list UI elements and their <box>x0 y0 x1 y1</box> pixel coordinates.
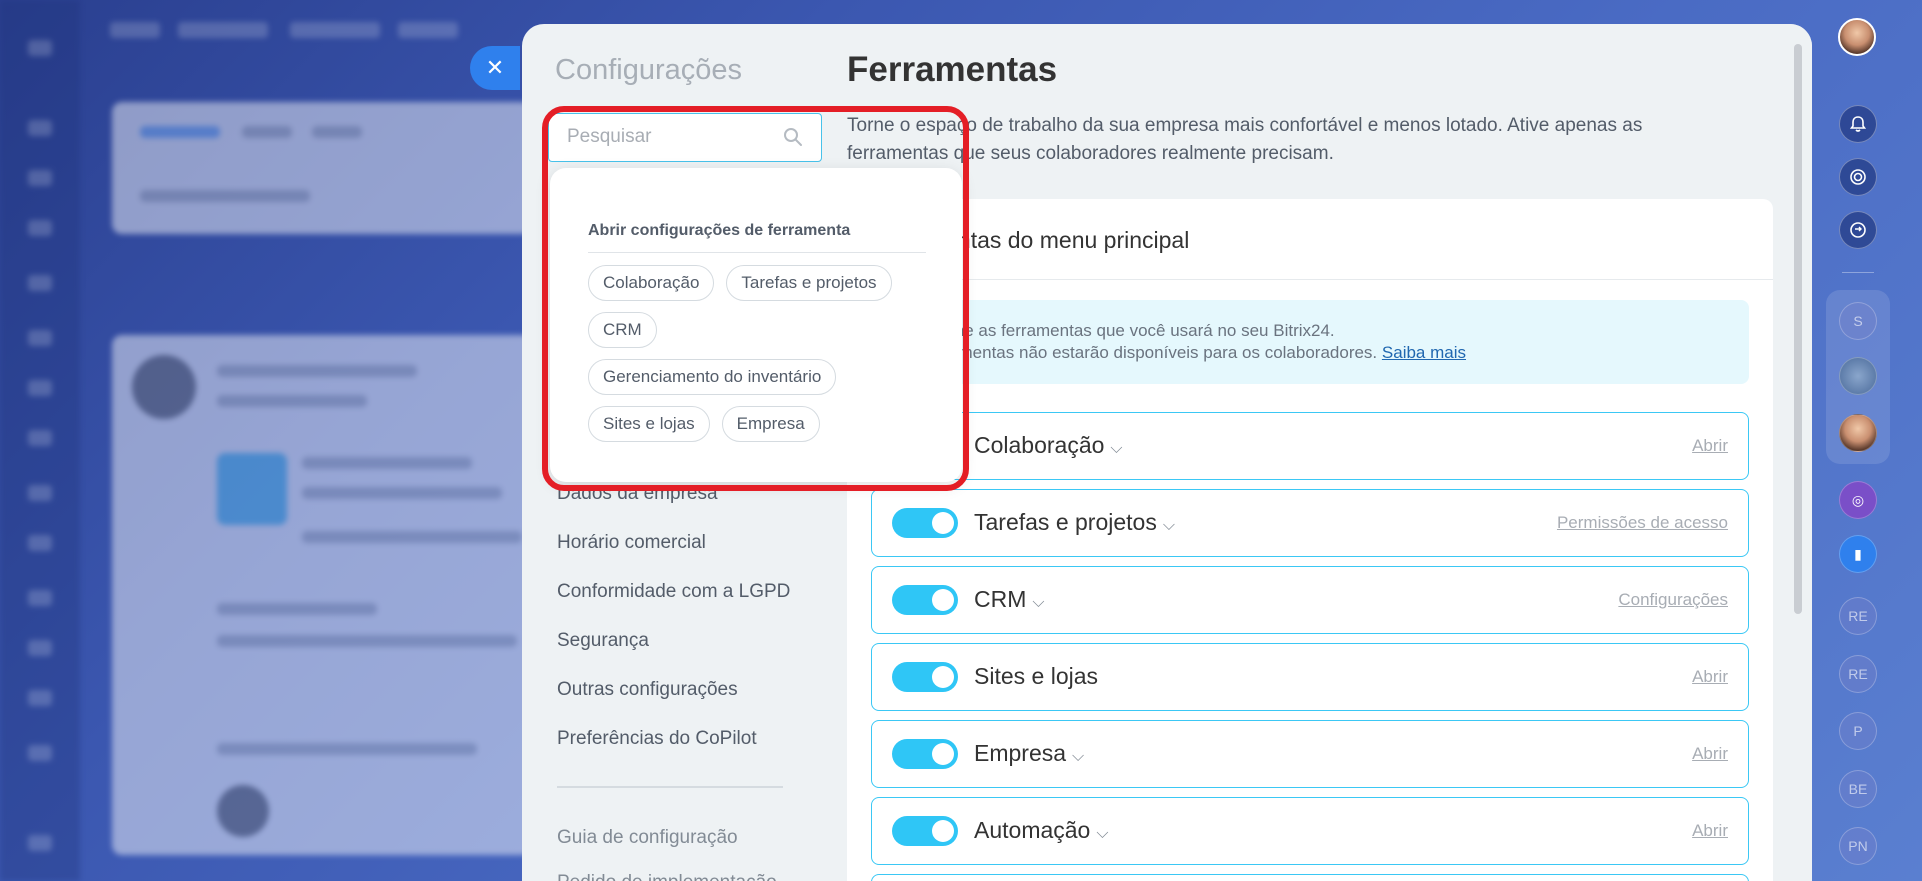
tool-row: Sites e lojas Abrir <box>871 643 1749 711</box>
chat-avatar-image[interactable] <box>1839 357 1877 395</box>
settings-search <box>548 113 822 162</box>
bookmark-icon: ▮ <box>1854 545 1862 562</box>
tool-action-link[interactable]: Abrir <box>1692 667 1728 687</box>
tool-toggle[interactable] <box>892 585 958 615</box>
sidebar-item-lgpd[interactable]: Conformidade com a LGPD <box>557 580 797 629</box>
tool-row: Colaboração ⌵ Abrir <box>871 412 1749 480</box>
tool-row: Tarefas e projetos ⌵ Permissões de acesso <box>871 489 1749 557</box>
dropdown-divider <box>588 252 926 253</box>
search-icon[interactable] <box>783 127 803 147</box>
tool-row: Empresa ⌵ Abrir <box>871 720 1749 788</box>
bg-card <box>112 102 532 234</box>
chip-inventory[interactable]: Gerenciamento do inventário <box>588 359 837 395</box>
sidebar-item-business-hours[interactable]: Horário comercial <box>557 531 797 580</box>
tool-toggle[interactable] <box>892 662 958 692</box>
tool-action-link[interactable]: Abrir <box>1692 821 1728 841</box>
bg-left-nav <box>0 0 80 881</box>
sidebar-footer-menu: Guia de configuração Pedido de implement… <box>557 826 797 881</box>
chat-avatar[interactable]: RE <box>1839 655 1877 693</box>
tool-action-link[interactable]: Abrir <box>1692 436 1728 456</box>
sidebar-title: Configurações <box>555 54 742 86</box>
sidebar-item-implementation-request[interactable]: Pedido de implementação <box>557 871 797 881</box>
tool-row <box>871 874 1749 881</box>
tool-toggle[interactable] <box>892 816 958 846</box>
tool-label[interactable]: Sites e lojas <box>974 663 1098 690</box>
page-intro: Torne o espaço de trabalho da sua empres… <box>847 115 1643 164</box>
collab-chat-button[interactable]: ◎ <box>1839 481 1877 519</box>
sidebar-item-company-data[interactable]: Dados da empresa <box>557 482 797 531</box>
learn-more-link[interactable]: Saiba mais <box>1382 343 1466 362</box>
chip-crm[interactable]: CRM <box>588 312 657 348</box>
chip-collaboration[interactable]: Colaboração <box>588 265 715 301</box>
user-avatar[interactable] <box>1838 18 1876 56</box>
sync-icon <box>1850 222 1866 238</box>
chat-avatar-image[interactable] <box>1839 414 1877 452</box>
chip-company[interactable]: Empresa <box>721 406 820 442</box>
rail-divider <box>1842 272 1874 273</box>
sidebar-item-other-settings[interactable]: Outras configurações <box>557 678 797 727</box>
chat-avatar[interactable]: BE <box>1839 770 1877 808</box>
sidebar-menu: Dados da empresa Horário comercial Confo… <box>557 482 797 776</box>
info-banner: Selecione as ferramentas que você usará … <box>871 300 1749 384</box>
info-text-2: As ferramentas não estarão disponíveis p… <box>899 343 1378 362</box>
chevron-down-icon: ⌵ <box>1032 594 1045 611</box>
tool-label[interactable]: Automação ⌵ <box>974 817 1109 844</box>
main-menu-tools-card: Ferramentas do menu principal Selecione … <box>847 199 1773 881</box>
tool-chips: Colaboração Tarefas e projetos CRM Gerenc… <box>588 265 928 453</box>
tool-action-link[interactable]: Abrir <box>1692 744 1728 764</box>
chip-tasks-projects[interactable]: Tarefas e projetos <box>726 265 892 301</box>
chat-avatar[interactable]: RE <box>1839 597 1877 635</box>
tools-content: Ferramentas Torne o espaço de trabalho d… <box>847 24 1812 881</box>
copilot-icon <box>1850 169 1866 185</box>
tool-label[interactable]: Colaboração ⌵ <box>974 432 1123 459</box>
page-title: Ferramentas <box>847 50 1058 89</box>
tool-label[interactable]: Empresa ⌵ <box>974 740 1084 767</box>
bookmark-button[interactable]: ▮ <box>1839 535 1877 573</box>
tool-action-link[interactable]: Permissões de acesso <box>1557 513 1728 533</box>
notifications-button[interactable] <box>1839 105 1877 143</box>
bg-top-bar <box>110 22 530 52</box>
sidebar-item-security[interactable]: Segurança <box>557 629 797 678</box>
tool-toggle[interactable] <box>892 739 958 769</box>
sidebar-item-copilot[interactable]: Preferências do CoPilot <box>557 727 797 776</box>
chip-sites-stores[interactable]: Sites e lojas <box>588 406 710 442</box>
card-divider <box>847 279 1773 280</box>
sidebar-item-setup-guide[interactable]: Guia de configuração <box>557 826 797 871</box>
sidebar-divider <box>557 786 783 788</box>
search-dropdown: Abrir configurações de ferramenta Colabo… <box>550 168 962 482</box>
tool-row: CRM ⌵ Configurações <box>871 566 1749 634</box>
scrollbar[interactable] <box>1794 44 1802 614</box>
chat-avatar[interactable]: PN <box>1839 827 1877 865</box>
chevron-down-icon: ⌵ <box>1072 748 1085 765</box>
copilot-button[interactable] <box>1839 158 1877 196</box>
chat-avatar[interactable]: P <box>1839 712 1877 750</box>
close-button[interactable]: ✕ <box>470 46 520 90</box>
tool-toggle[interactable] <box>892 508 958 538</box>
search-input[interactable] <box>549 114 779 160</box>
close-icon: ✕ <box>485 55 505 80</box>
info-text-1: Selecione as ferramentas que você usará … <box>899 321 1335 340</box>
chevron-down-icon: ⌵ <box>1096 825 1109 842</box>
bg-feed-card <box>112 335 532 855</box>
dropdown-title: Abrir configurações de ferramenta <box>588 222 851 239</box>
tool-action-link[interactable]: Configurações <box>1618 590 1728 610</box>
chevron-down-icon: ⌵ <box>1110 440 1123 457</box>
tool-label[interactable]: Tarefas e projetos ⌵ <box>974 509 1175 536</box>
chat-avatar[interactable]: S <box>1839 302 1877 340</box>
bell-icon <box>1849 116 1867 132</box>
tool-label[interactable]: CRM ⌵ <box>974 586 1045 613</box>
collab-icon: ◎ <box>1851 491 1865 508</box>
tool-row: Automação ⌵ Abrir <box>871 797 1749 865</box>
chevron-down-icon: ⌵ <box>1162 517 1175 534</box>
sync-button[interactable] <box>1839 211 1877 249</box>
